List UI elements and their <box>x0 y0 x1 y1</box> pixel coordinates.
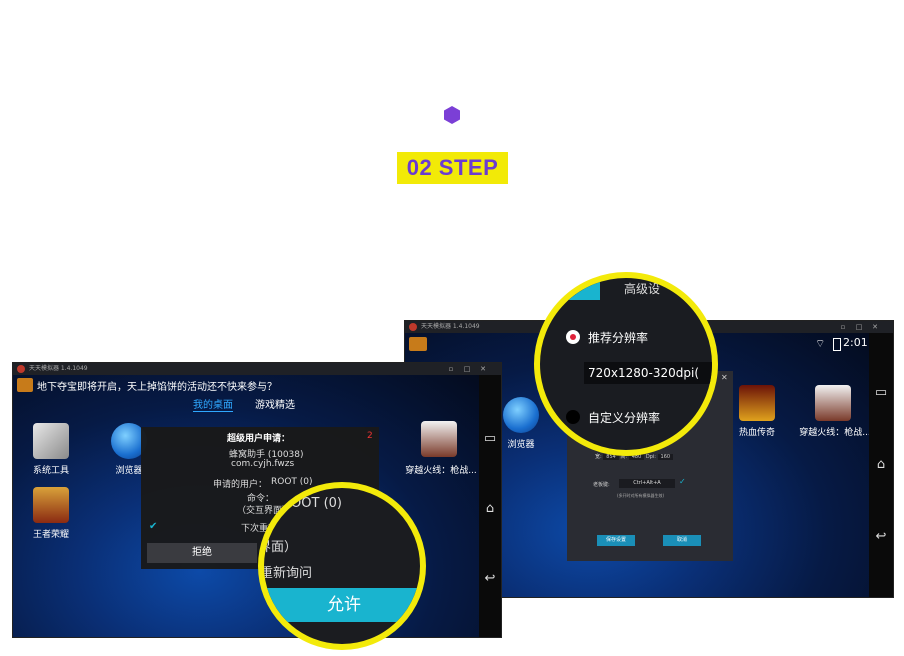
app-logo-icon <box>17 365 25 373</box>
zoom-user-value: ROOT (0) <box>282 496 342 511</box>
app-logo-icon <box>409 323 417 331</box>
close-icon[interactable]: ✕ <box>869 321 881 333</box>
zoom-ask-again-text: 重新询问 <box>260 566 313 581</box>
save-settings-button[interactable]: 保存设置 <box>597 535 635 546</box>
zoom-interface-text: 界面） <box>258 540 298 555</box>
dpi-select[interactable]: 160 <box>657 454 674 460</box>
deny-button[interactable]: 拒绝 <box>147 543 257 563</box>
system-tools-app-icon[interactable] <box>33 423 69 459</box>
settings-close-icon[interactable]: ✕ <box>721 373 728 382</box>
recommended-resolution-radio[interactable] <box>566 330 580 344</box>
right-window-title: 天天模拟器 1.4.1049 <box>421 323 480 330</box>
crossfire-app-icon-right[interactable] <box>815 385 851 421</box>
shortcut-label: 老板键: <box>593 482 610 488</box>
status-clock: 2:01 <box>843 336 868 349</box>
user-value: ROOT (0) <box>271 477 313 487</box>
shortcut-input[interactable]: Ctrl+Alt+A <box>619 479 675 488</box>
left-emulator-window: 天天模拟器 1.4.1049 ▫ □ ✕ 地下夺宝即将开启，天上掉馅饼的活动还不… <box>12 362 502 638</box>
dialog-title: 超级用户申请： <box>227 434 291 444</box>
left-title-bar: 天天模拟器 1.4.1049 <box>13 363 501 375</box>
maximize-icon[interactable]: □ <box>853 321 865 333</box>
honor-of-kings-app-label: 王者荣耀 <box>32 530 69 540</box>
dpi-label: Dpi: <box>645 454 656 460</box>
close-icon[interactable]: ✕ <box>477 363 489 375</box>
user-label: 申请的用户： <box>213 480 268 490</box>
custom-resolution-label: 自定义分辨率 <box>588 411 661 425</box>
crossfire-app-icon[interactable] <box>421 421 457 457</box>
tab-featured-games[interactable]: 游戏精选 <box>255 396 295 411</box>
legend-game-app-icon[interactable] <box>739 385 775 421</box>
allow-button-magnifier: ROOT (0) 界面） 重新询问 允许 <box>258 482 426 650</box>
request-count: 2 <box>367 431 373 441</box>
minimize-icon[interactable]: ▫ <box>837 321 849 333</box>
requesting-app-package: com.cyjh.fwzs <box>231 459 295 469</box>
crossfire-app-label-right: 穿越火线：枪战... <box>799 428 871 438</box>
width-label: 宽: <box>595 454 602 460</box>
tab-my-desktop[interactable]: 我的桌面 <box>193 396 233 412</box>
resolution-magnifier: 高级设 推荐分辨率 720x1280-320dpi( 自定义分辨率 <box>534 272 718 456</box>
crossfire-app-label: 穿越火线：枪战... <box>405 466 477 476</box>
zoom-settings-tab <box>540 278 600 300</box>
home-icon[interactable]: ⌂ <box>869 457 893 472</box>
game-logo-icon <box>409 337 427 351</box>
wifi-icon: ⌔ <box>815 337 826 350</box>
game-logo-icon <box>17 378 33 392</box>
resolution-select[interactable]: 720x1280-320dpi( <box>584 362 712 384</box>
zoom-advanced-tab[interactable]: 高级设 <box>624 280 660 297</box>
browser-app-icon[interactable] <box>503 397 539 433</box>
radio-selected-dot <box>570 334 576 340</box>
left-nav-bar: ▭ ⌂ ↩ <box>479 375 501 637</box>
system-tools-app-label: 系统工具 <box>32 466 69 476</box>
back-icon[interactable]: ↩ <box>479 571 501 586</box>
announcement-banner[interactable]: 地下夺宝即将开启，天上掉馅饼的活动还不快来参与？ <box>37 378 277 393</box>
hexagon-bullet-icon <box>444 106 460 124</box>
right-nav-bar: ▭ ⌂ ↩ <box>869 333 893 597</box>
left-window-title: 天天模拟器 1.4.1049 <box>29 365 88 372</box>
custom-resolution-radio[interactable] <box>566 410 580 424</box>
remember-checkbox[interactable]: ✔ <box>149 521 157 532</box>
maximize-icon[interactable]: □ <box>461 363 473 375</box>
battery-icon <box>833 338 841 351</box>
check-icon: ✓ <box>679 477 686 486</box>
shortcut-note: (多开时对所有模拟器生效) <box>617 493 665 498</box>
allow-button[interactable]: 允许 <box>264 588 420 622</box>
recommended-resolution-label: 推荐分辨率 <box>588 331 649 345</box>
recent-apps-icon[interactable]: ▭ <box>479 431 501 446</box>
recent-apps-icon[interactable]: ▭ <box>869 385 893 400</box>
cancel-settings-button[interactable]: 取消 <box>663 535 701 546</box>
back-icon[interactable]: ↩ <box>869 529 893 544</box>
step-label: 02 STEP <box>397 152 508 184</box>
minimize-icon[interactable]: ▫ <box>445 363 457 375</box>
home-icon[interactable]: ⌂ <box>479 501 501 516</box>
honor-of-kings-app-icon[interactable] <box>33 487 69 523</box>
